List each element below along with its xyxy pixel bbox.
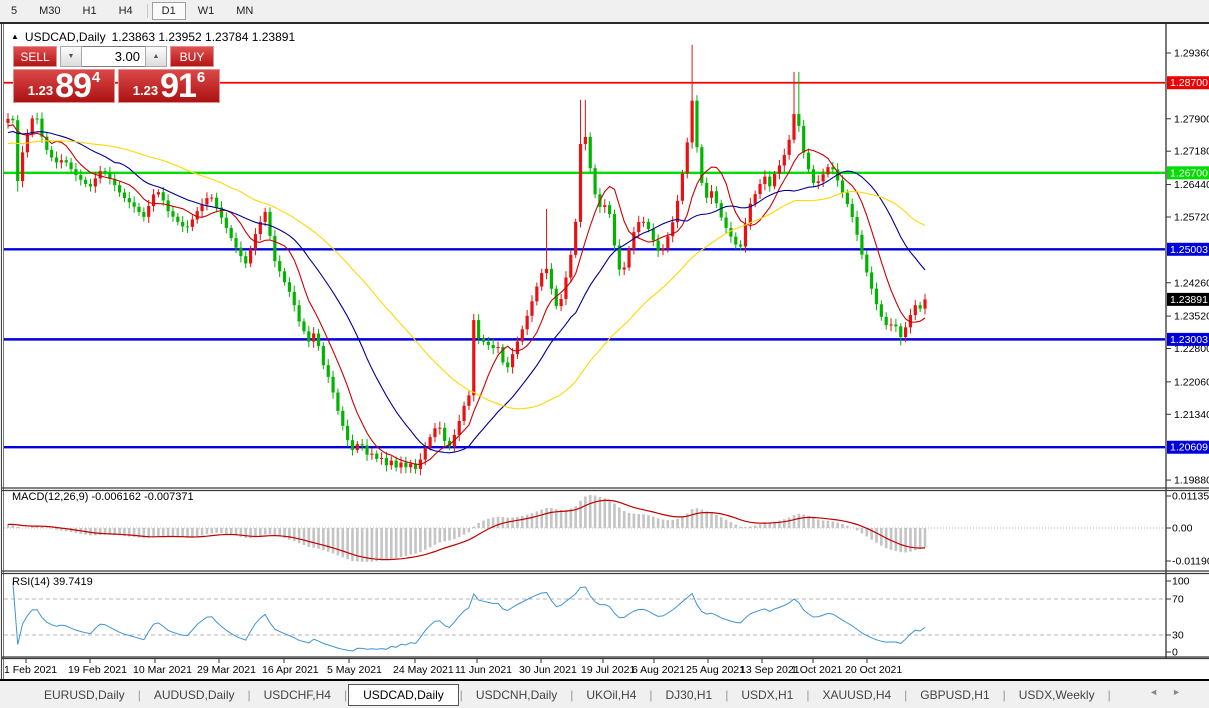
chevron-down-icon: ▼ — [68, 53, 75, 60]
tab-scroll-controls: ◄ ► — [1149, 687, 1181, 697]
buy-price-prefix: 1.23 — [133, 84, 158, 97]
price-axis-badge: 1.20609 — [1170, 442, 1208, 454]
buy-price-pip: 6 — [197, 70, 205, 85]
sell-price-tile[interactable]: 1.23 89 4 — [13, 69, 115, 103]
tab-usdchf-h4[interactable]: USDCHF,H4 — [252, 685, 343, 705]
chart-canvas[interactable]: 1.29360 1.27900 1.27180 1.26440 1.25720 1.242… — [0, 0, 1209, 708]
volume-increase-button[interactable]: ▲ — [145, 46, 167, 67]
date-axis-tick: 10 Mar 2021 — [133, 664, 192, 676]
date-axis-tick: 11 Jun 2021 — [455, 664, 512, 676]
macd-indicator-label: MACD(12,26,9) -0.006162 -0.007371 — [12, 491, 194, 503]
rsi-axis-tick: 70 — [1172, 594, 1184, 606]
price-axis-tick: 1.27900 — [1174, 113, 1209, 125]
timeframe-w1[interactable]: W1 — [188, 2, 225, 20]
date-axis-tick: 30 Jun 2021 — [519, 664, 577, 676]
date-axis-tick: 19 Jul 2021 — [581, 664, 635, 676]
tab-usdx-h1[interactable]: USDX,H1 — [729, 685, 805, 705]
price-axis-tick: 1.23520 — [1174, 311, 1209, 323]
chart-ohlc-values: 1.23863 1.23952 1.23784 1.23891 — [112, 30, 296, 44]
date-axis-tick: 19 Feb 2021 — [68, 664, 127, 676]
date-axis-tick: 16 Apr 2021 — [262, 664, 319, 676]
price-axis-tick: 1.26440 — [1174, 179, 1209, 191]
rsi-indicator-label: RSI(14) 39.7419 — [12, 576, 93, 588]
tab-eurusd-daily[interactable]: EURUSD,Daily — [32, 685, 137, 705]
tab-usdcad-daily[interactable]: USDCAD,Daily — [348, 684, 459, 706]
date-axis-tick: 1 Oct 2021 — [791, 664, 843, 676]
price-axis-badge: 1.26700 — [1170, 167, 1208, 179]
tab-usdcnh-daily[interactable]: USDCNH,Daily — [464, 685, 569, 705]
buy-button[interactable]: BUY — [170, 46, 214, 67]
date-axis-tick: 1 Feb 2021 — [4, 664, 57, 676]
rsi-axis-tick: 30 — [1172, 630, 1184, 642]
price-axis-tick: 1.24260 — [1174, 277, 1209, 289]
timeframe-h4[interactable]: H4 — [109, 2, 143, 20]
trade-controls-row: SELL ▼ ▲ BUY — [13, 46, 220, 67]
tab-ukoil-h4[interactable]: UKOil,H4 — [574, 685, 648, 705]
tab-separator: | — [1107, 688, 1112, 702]
timeframe-h1[interactable]: H1 — [73, 2, 107, 20]
tab-scroll-left-icon[interactable]: ◄ — [1149, 687, 1158, 697]
macd-axis-tick: 0.01135 — [1172, 491, 1209, 503]
timeframe-d1[interactable]: D1 — [152, 2, 186, 20]
price-axis-tick: 1.27180 — [1174, 146, 1209, 158]
sell-price-prefix: 1.23 — [28, 84, 53, 97]
sell-price-big: 89 — [55, 72, 91, 101]
sell-price-pip: 4 — [92, 70, 100, 85]
tab-audusd-daily[interactable]: AUDUSD,Daily — [142, 685, 247, 705]
trade-price-tiles: 1.23 89 4 1.23 91 6 — [13, 69, 220, 103]
date-axis-tick: 29 Mar 2021 — [197, 664, 256, 676]
macd-axis-tick: -0.011904 — [1172, 556, 1209, 568]
price-axis-tick: 1.29360 — [1174, 48, 1209, 60]
symbol-tab-bar: EURUSD,Daily|AUDUSD,Daily|USDCHF,H4|USDC… — [0, 681, 1209, 708]
chevron-up-icon: ▲ — [153, 53, 160, 60]
price-axis-badge: 1.28700 — [1170, 77, 1208, 89]
toolbar-separator — [147, 4, 148, 18]
date-axis-tick: 20 Oct 2021 — [845, 664, 902, 676]
macd-axis-tick: 0.00 — [1172, 523, 1193, 535]
price-axis-tick: 1.19880 — [1174, 475, 1209, 487]
buy-price-big: 91 — [160, 72, 196, 101]
collapse-chart-icon[interactable]: ▲ — [11, 32, 19, 41]
price-axis-badge: 1.25003 — [1170, 244, 1208, 256]
mt4-window: { "toolbar": { "timeframes": [ {"label":… — [0, 0, 1209, 708]
buy-price-tile[interactable]: 1.23 91 6 — [118, 69, 220, 103]
price-axis-tick: 1.21340 — [1174, 409, 1209, 421]
price-axis-tick: 1.25720 — [1174, 211, 1209, 223]
timeframe-m30[interactable]: M30 — [29, 2, 70, 20]
timeframe-mn[interactable]: MN — [226, 2, 263, 20]
price-axis-tick: 1.22060 — [1174, 376, 1209, 388]
price-axis-badge: 1.23003 — [1170, 334, 1208, 346]
date-axis-tick: 6 Aug 2021 — [632, 664, 685, 676]
date-axis-tick: 5 May 2021 — [327, 664, 382, 676]
volume-decrease-button[interactable]: ▼ — [60, 46, 82, 67]
timeframe-5[interactable]: 5 — [1, 2, 27, 20]
sell-button[interactable]: SELL — [13, 46, 57, 67]
tab-gbpusd-h1[interactable]: GBPUSD,H1 — [908, 685, 1001, 705]
date-axis-tick: 25 Aug 2021 — [686, 664, 745, 676]
price-axis-badge: 1.23891 — [1170, 294, 1208, 306]
rsi-axis-tick: 100 — [1172, 576, 1190, 588]
one-click-trading-panel: SELL ▼ ▲ BUY 1.23 89 4 1.23 91 6 — [13, 46, 220, 103]
date-axis-tick: 24 May 2021 — [393, 664, 454, 676]
volume-input[interactable] — [82, 46, 145, 67]
chart-header: ▲ USDCAD,Daily 1.23863 1.23952 1.23784 1… — [11, 30, 295, 44]
tab-xauusd-h4[interactable]: XAUUSD,H4 — [810, 685, 903, 705]
chart-symbol-label: USDCAD,Daily — [25, 30, 106, 44]
rsi-axis-tick: 0 — [1172, 647, 1178, 659]
tab-dj30-h1[interactable]: DJ30,H1 — [654, 685, 725, 705]
tab-scroll-right-icon[interactable]: ► — [1172, 687, 1181, 697]
tab-usdx-weekly[interactable]: USDX,Weekly — [1007, 685, 1107, 705]
timeframe-toolbar: 5M30H1H4 D1W1MN — [0, 0, 1209, 22]
